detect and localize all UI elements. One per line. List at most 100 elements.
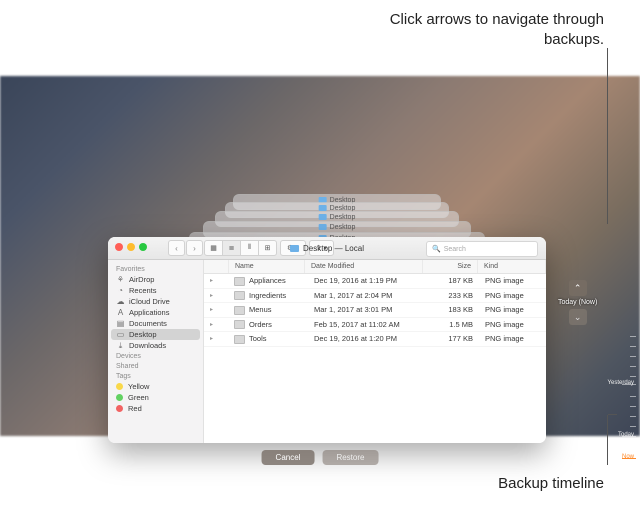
backup-next-button[interactable]: ⌄ (569, 309, 587, 325)
forward-button[interactable]: › (186, 240, 203, 256)
file-name: Ingredients (228, 289, 308, 303)
sidebar-item-desktop[interactable]: ▭Desktop (111, 329, 200, 340)
sidebar: Favorites ⚘ AirDrop ◔ Recents☁iCloud DriveA… (108, 260, 204, 443)
file-kind: PNG image (479, 289, 546, 303)
file-kind: PNG image (479, 332, 546, 346)
sidebar-item-applications[interactable]: AApplications (108, 307, 203, 318)
sidebar-icon: ☁ (116, 297, 125, 306)
sidebar-item-label: Green (128, 393, 149, 402)
sidebar-heading-shared: Shared (108, 361, 203, 371)
sidebar-icon: ◔ (116, 286, 125, 295)
window-title: Desktop — Local (290, 244, 364, 253)
annotation-bottom: Backup timeline (404, 474, 604, 494)
file-size: 183 KB (425, 303, 479, 317)
file-name: Tools (228, 332, 308, 346)
sidebar-icon: ⤓ (116, 341, 125, 350)
sidebar-item-documents[interactable]: ▤ Documents (108, 318, 203, 329)
finder-window: ‹ › ▦ ≣ ⫴ ⊞ ⚙ ▾ ⇪ ▾ Desktop — Local 🔍 Se… (108, 237, 546, 443)
file-name: Menus (228, 303, 308, 317)
tag-dot-icon (116, 383, 123, 390)
timeline-label-now: Now (594, 454, 634, 460)
backup-nav: ⌃ Today (Now) ⌄ (558, 278, 597, 327)
file-size: 233 KB (425, 289, 479, 303)
file-row[interactable]: ▸AppliancesDec 19, 2016 at 1:19 PM187 KB… (204, 274, 546, 289)
sidebar-item-label: Applications (129, 308, 169, 317)
view-icon-grid[interactable]: ▦ (204, 240, 223, 256)
file-kind: PNG image (479, 303, 546, 317)
file-row[interactable]: ▸MenusMar 1, 2017 at 3:01 PM183 KBPNG im… (204, 303, 546, 318)
search-input[interactable]: 🔍 Search (426, 241, 538, 257)
sidebar-item-recents[interactable]: ◔ Recents (108, 285, 203, 296)
sidebar-heading-tags: Tags (108, 371, 203, 381)
file-kind: PNG image (479, 318, 546, 332)
sidebar-tag-red[interactable]: Red (108, 403, 203, 414)
file-date: Dec 19, 2016 at 1:19 PM (308, 274, 425, 288)
file-icon (234, 291, 245, 300)
view-icon-gallery[interactable]: ⊞ (259, 240, 277, 256)
timeline-label-today: Today (594, 432, 634, 438)
minimize-button[interactable] (127, 243, 135, 251)
file-name: Appliances (228, 274, 308, 288)
back-button[interactable]: ‹ (168, 240, 185, 256)
col-size[interactable]: Size (423, 260, 478, 273)
view-icon-columns[interactable]: ⫴ (241, 240, 259, 256)
file-row[interactable]: ▸ToolsDec 19, 2016 at 1:20 PM177 KBPNG i… (204, 332, 546, 347)
timeline-label-yesterday: Yesterday (594, 380, 634, 386)
file-row[interactable]: ▸IngredientsMar 1, 2017 at 2:04 PM233 KB… (204, 289, 546, 304)
file-list: Name Date Modified Size Kind ▸Appliances… (204, 260, 546, 443)
annotation-leader (607, 415, 608, 465)
col-kind[interactable]: Kind (478, 260, 546, 273)
file-date: Dec 19, 2016 at 1:20 PM (308, 332, 425, 346)
annotation-top: Click arrows to navigate through backups… (354, 10, 604, 49)
backup-prev-button[interactable]: ⌃ (569, 280, 587, 296)
disclosure-icon[interactable]: ▸ (204, 318, 228, 332)
view-icon-list[interactable]: ≣ (223, 240, 241, 256)
annotation-leader (608, 414, 617, 415)
col-date[interactable]: Date Modified (305, 260, 423, 273)
file-icon (234, 277, 245, 286)
tag-dot-icon (116, 405, 123, 412)
sidebar-tag-yellow[interactable]: Yellow (108, 381, 203, 392)
search-icon: 🔍 (432, 245, 441, 253)
sidebar-heading-favorites: Favorites (108, 264, 203, 274)
file-date: Mar 1, 2017 at 3:01 PM (308, 303, 425, 317)
disclosure-icon[interactable]: ▸ (204, 303, 228, 317)
file-date: Feb 15, 2017 at 11:02 AM (308, 318, 425, 332)
disclosure-icon[interactable]: ▸ (204, 274, 228, 288)
disclosure-icon[interactable]: ▸ (204, 332, 228, 346)
sidebar-heading-devices: Devices (108, 351, 203, 361)
file-row[interactable]: ▸OrdersFeb 15, 2017 at 11:02 AM1.5 MBPNG… (204, 318, 546, 333)
sidebar-item-label: Recents (129, 286, 157, 295)
cancel-button[interactable]: Cancel (262, 450, 315, 465)
file-icon (234, 335, 245, 344)
sidebar-item-icloud-drive[interactable]: ☁iCloud Drive (108, 296, 203, 307)
restore-button[interactable]: Restore (322, 450, 378, 465)
sidebar-item-label: Yellow (128, 382, 149, 391)
zoom-button[interactable] (139, 243, 147, 251)
sidebar-tag-green[interactable]: Green (108, 392, 203, 403)
file-name: Orders (228, 318, 308, 332)
sidebar-item-label: Downloads (129, 341, 166, 350)
tag-dot-icon (116, 394, 123, 401)
backup-timeline[interactable]: Yesterday Today Now (606, 160, 636, 505)
col-name[interactable]: Name (229, 260, 305, 273)
sidebar-item-airdrop[interactable]: ⚘ AirDrop (108, 274, 203, 285)
sidebar-item-downloads[interactable]: ⤓ Downloads (108, 340, 203, 351)
backup-current-label: Today (Now) (558, 299, 597, 306)
close-button[interactable] (115, 243, 123, 251)
titlebar: ‹ › ▦ ≣ ⫴ ⊞ ⚙ ▾ ⇪ ▾ Desktop — Local 🔍 Se… (108, 237, 546, 260)
file-date: Mar 1, 2017 at 2:04 PM (308, 289, 425, 303)
file-size: 177 KB (425, 332, 479, 346)
file-kind: PNG image (479, 274, 546, 288)
sidebar-icon: ⚘ (116, 275, 125, 284)
sidebar-item-label: AirDrop (129, 275, 154, 284)
file-icon (234, 306, 245, 315)
sidebar-item-label: Documents (129, 319, 167, 328)
disclosure-icon[interactable]: ▸ (204, 289, 228, 303)
sidebar-item-label: Red (128, 404, 142, 413)
view-switcher[interactable]: ▦ ≣ ⫴ ⊞ (204, 240, 277, 256)
file-icon (234, 320, 245, 329)
sidebar-icon: ▤ (116, 319, 125, 328)
file-size: 187 KB (425, 274, 479, 288)
column-headers[interactable]: Name Date Modified Size Kind (204, 260, 546, 274)
